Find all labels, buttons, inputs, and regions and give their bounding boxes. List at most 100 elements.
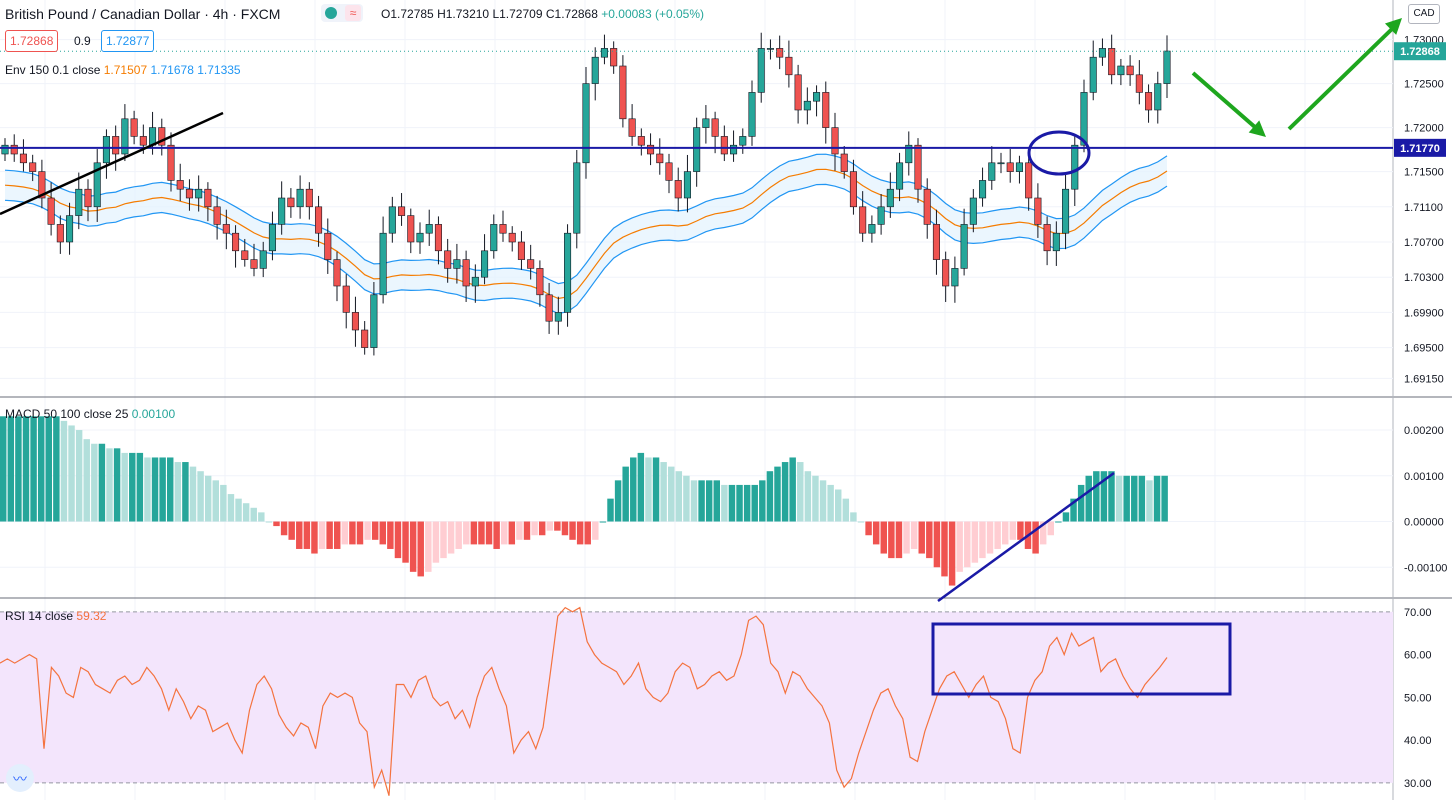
macd-bar — [242, 503, 250, 522]
macd-bar — [258, 512, 265, 522]
macd-bar — [212, 480, 219, 522]
macd-bar — [903, 521, 910, 554]
macd-bar — [531, 521, 538, 536]
visibility-toggle[interactable]: ≈ — [321, 4, 363, 22]
candle-body — [988, 162, 996, 181]
candle-body — [619, 65, 627, 120]
rsi-tick-label: 30.00 — [1404, 778, 1432, 790]
macd-bar — [1131, 475, 1138, 522]
candle-body — [932, 224, 940, 260]
macd-bar — [850, 512, 857, 522]
macd-bar — [204, 475, 212, 522]
chart-canvas[interactable]: 1.73000 1.72500 1.72000 1.71500 1.71100 1.707… — [0, 0, 1452, 800]
rsi-panel[interactable] — [0, 606, 1393, 796]
buy-button[interactable]: 1.72877 — [101, 30, 155, 52]
macd-bar — [994, 521, 1001, 549]
candle-body — [739, 136, 747, 146]
macd-bar — [683, 475, 690, 522]
price-panel[interactable] — [0, 32, 1393, 356]
candle-body — [278, 197, 286, 225]
tradingview-logo-icon[interactable]: 〰 — [6, 764, 34, 792]
macd-bar — [1009, 521, 1017, 540]
rsi-label: RSI 14 close — [5, 609, 74, 623]
sell-button[interactable]: 1.72868 — [5, 30, 59, 52]
macd-bar — [98, 443, 106, 522]
macd-bar — [652, 457, 660, 522]
candle-body — [794, 74, 802, 111]
macd-bar — [15, 416, 22, 522]
candle-body — [527, 259, 535, 269]
macd-bar — [865, 521, 872, 536]
low-value: L1.72709 — [492, 7, 543, 21]
macd-bar — [75, 430, 83, 522]
macd-bar — [144, 457, 151, 522]
candle-body — [499, 224, 507, 234]
candle-body — [1117, 65, 1125, 76]
macd-bar — [129, 452, 136, 522]
macd-bar — [470, 521, 478, 545]
candle-body — [10, 144, 18, 155]
candle-body — [1108, 48, 1116, 76]
macd-bar — [485, 521, 493, 545]
macd-bar — [675, 471, 683, 522]
candle-body — [112, 136, 120, 155]
macd-bar — [668, 466, 675, 522]
macd-bar — [1108, 471, 1115, 522]
macd-bar — [660, 462, 667, 522]
candle-body — [416, 232, 424, 243]
macd-bar — [1093, 471, 1100, 522]
candle-body — [259, 250, 267, 269]
candle-body — [407, 215, 415, 243]
macd-bar — [622, 466, 629, 522]
macd-bar — [766, 471, 774, 522]
candle-body — [250, 259, 258, 269]
macd-bar — [402, 521, 409, 563]
candle-body — [803, 100, 811, 111]
price-tick-label: 1.72500 — [1404, 79, 1444, 91]
macd-bar — [728, 484, 736, 522]
rsi-tick-label: 60.00 — [1404, 650, 1432, 662]
chart-svg[interactable]: 1.730001.725001.720001.715001.711001.707… — [0, 0, 1452, 800]
macd-label: MACD 50 100 close 25 — [5, 407, 129, 421]
macd-bar — [167, 457, 174, 522]
macd-bar — [22, 416, 30, 522]
macd-bar — [455, 521, 462, 549]
rsi-tick-label: 40.00 — [1404, 735, 1432, 747]
macd-bar — [607, 498, 614, 522]
macd-bar — [637, 452, 645, 522]
macd-bar — [235, 498, 242, 522]
currency-button[interactable]: CAD — [1408, 4, 1440, 24]
macd-bar — [918, 521, 925, 554]
price-axis[interactable]: 1.730001.725001.720001.715001.711001.707… — [1394, 35, 1447, 790]
macd-legend[interactable]: MACD 50 100 close 25 0.00100 — [5, 407, 175, 421]
candle-body — [868, 224, 876, 234]
drawing-annotations[interactable] — [0, 18, 1402, 696]
candle-body — [481, 250, 489, 278]
symbol-title[interactable]: British Pound / Canadian Dollar · 4h · F… — [5, 6, 280, 22]
candle-body — [647, 144, 655, 155]
candle-body — [1034, 197, 1042, 225]
macd-bar — [812, 475, 819, 522]
envelope-legend[interactable]: Env 150 0.1 close 1.71507 1.71678 1.7133… — [5, 63, 241, 77]
macd-bar — [1002, 521, 1009, 545]
macd-bar — [37, 416, 45, 522]
macd-bar — [872, 521, 880, 545]
candle-body — [637, 136, 645, 146]
macd-value: 0.00100 — [131, 407, 176, 421]
candle-body — [545, 294, 553, 322]
price-tick-label: 1.69900 — [1404, 307, 1444, 319]
candle-body — [315, 206, 323, 234]
macd-bar — [614, 480, 622, 522]
macd-bar — [721, 484, 728, 522]
macd-bar — [341, 521, 349, 545]
candle-body — [19, 153, 27, 164]
macd-bar — [113, 448, 121, 522]
candle-body — [628, 118, 636, 137]
candle-body — [434, 224, 442, 252]
macd-bar — [698, 480, 705, 522]
macd-bar — [1017, 521, 1024, 540]
macd-bar — [941, 521, 948, 577]
macd-bar — [409, 521, 417, 572]
macd-bar — [630, 457, 637, 522]
rsi-legend[interactable]: RSI 14 close 59.32 — [5, 609, 106, 623]
